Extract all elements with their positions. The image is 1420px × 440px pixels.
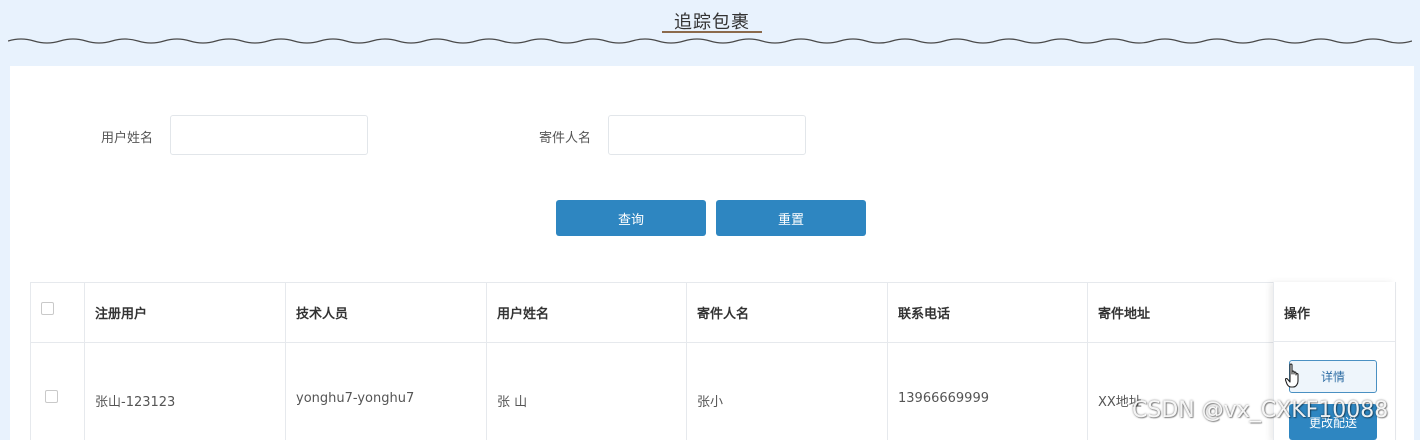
- column-header-user-name: 用户姓名: [497, 307, 550, 322]
- column-header-sender-name: 寄件人名: [697, 307, 750, 322]
- user-name-label: 用户姓名: [101, 131, 154, 146]
- hand-pointer-icon: [1285, 363, 1299, 388]
- user-name-input[interactable]: [170, 115, 368, 155]
- column-divider: [686, 282, 687, 440]
- cell-phone: 13966669999: [898, 391, 989, 406]
- sender-name-input[interactable]: [608, 115, 806, 155]
- cell-registered-user: 张山-123123: [95, 395, 176, 410]
- header-row-divider: [30, 342, 1394, 343]
- column-header-registered-user: 注册用户: [95, 307, 148, 322]
- cell-user-name: 张 山: [497, 395, 528, 410]
- column-divider: [84, 282, 85, 440]
- column-header-technician: 技术人员: [296, 307, 349, 322]
- sender-name-label: 寄件人名: [539, 131, 592, 146]
- column-divider: [285, 282, 286, 440]
- title-underline: [662, 31, 762, 33]
- reset-button[interactable]: 重置: [716, 200, 866, 236]
- column-divider: [887, 282, 888, 440]
- column-header-phone: 联系电话: [898, 307, 951, 322]
- column-header-address: 寄件地址: [1098, 307, 1151, 322]
- cell-address: XX地址: [1098, 395, 1142, 410]
- cell-technician: yonghu7-yonghu7: [296, 391, 415, 406]
- column-divider: [486, 282, 487, 440]
- row-checkbox[interactable]: [45, 390, 58, 403]
- select-all-checkbox[interactable]: [41, 302, 54, 315]
- wave-divider: [8, 38, 1412, 44]
- cell-sender-name: 张小: [697, 395, 724, 410]
- action-header-divider: [1274, 341, 1395, 342]
- query-button[interactable]: 查询: [556, 200, 706, 236]
- column-divider: [1087, 282, 1088, 440]
- modify-delivery-button[interactable]: 更改配送: [1289, 404, 1377, 440]
- page-header: 追踪包裹: [0, 0, 1420, 64]
- column-header-actions: 操作: [1284, 307, 1311, 322]
